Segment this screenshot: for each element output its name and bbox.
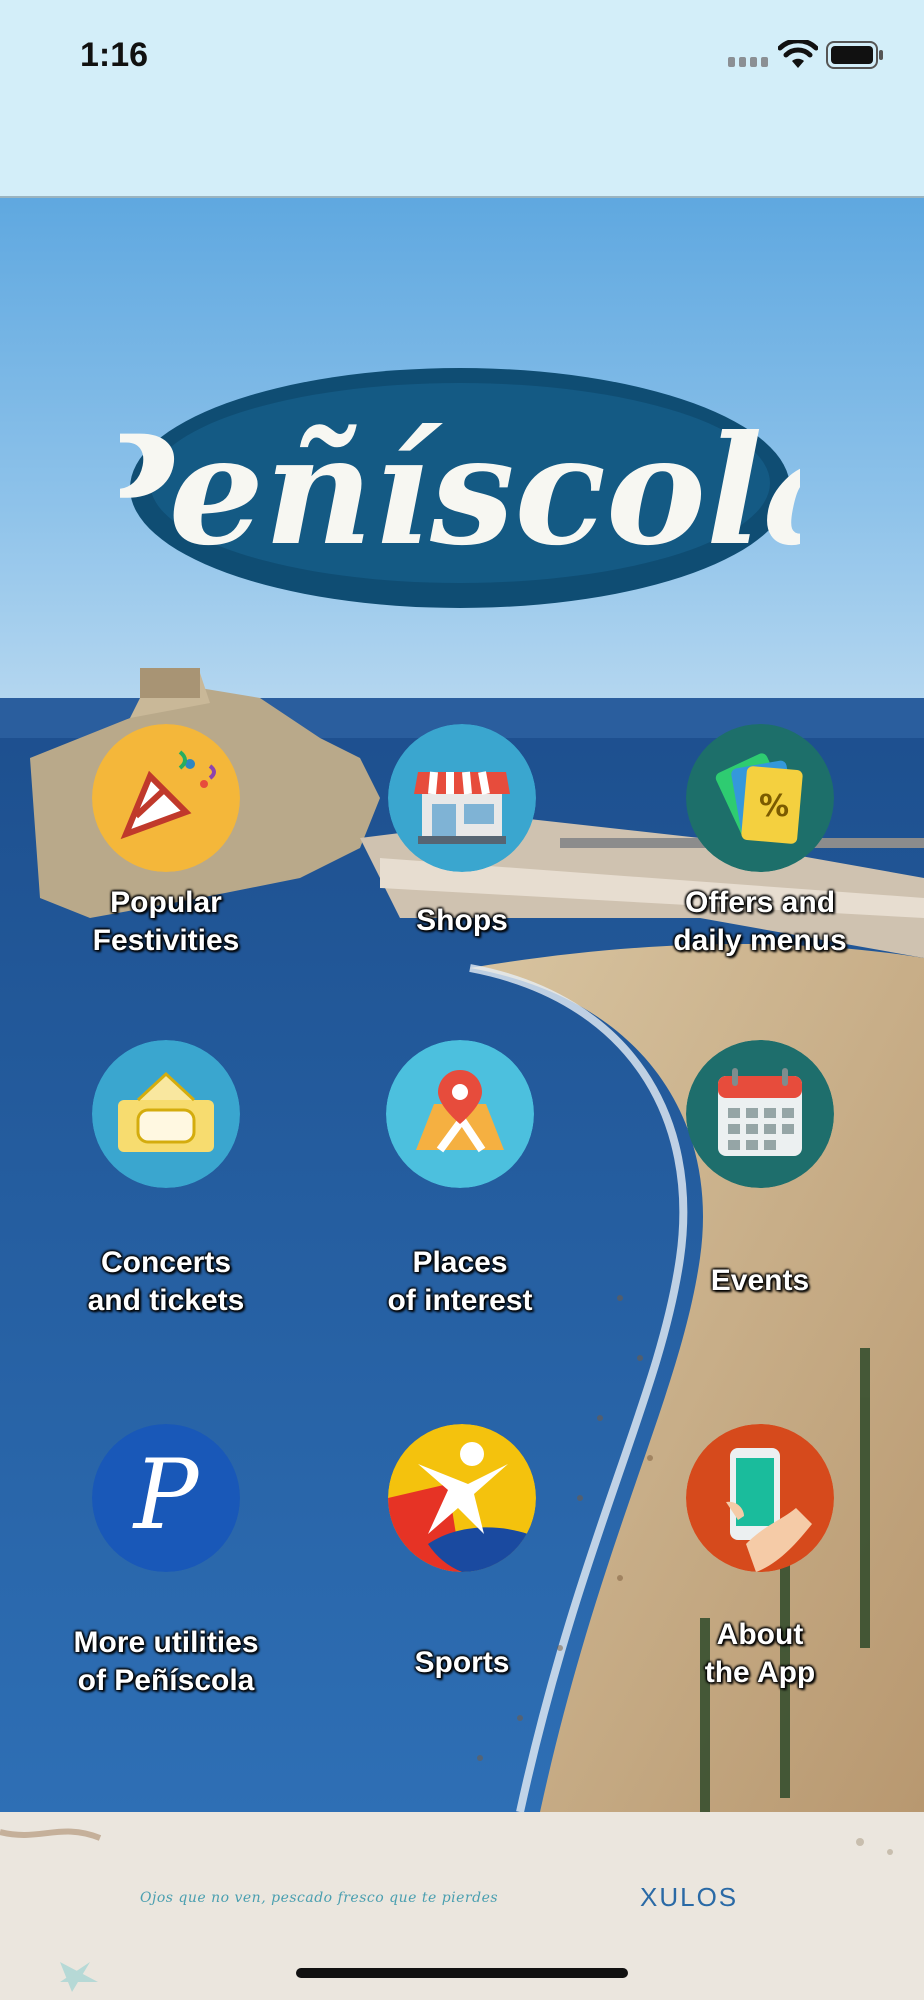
menu-label: Offers and daily menus [673, 886, 847, 957]
home-indicator[interactable] [296, 1968, 628, 1978]
menu-places-of-interest[interactable]: Places of interest [310, 1040, 610, 1340]
menu-label: More utilities of Peñíscola [73, 1626, 259, 1697]
footer-tagline: Ojos que no ven, pescado fresco que te p… [140, 1890, 499, 1906]
logo-text: Peñíscola [120, 403, 800, 579]
ticket-icon [92, 1040, 240, 1188]
signal-dots-icon [728, 57, 770, 67]
discount-tags-icon: % [686, 724, 834, 872]
menu-events[interactable]: Events [610, 1040, 910, 1340]
menu-label: Popular Festivities [92, 886, 240, 957]
menu-offers-daily-menus[interactable]: % Offers and daily menus [610, 724, 910, 1024]
party-popper-icon [92, 724, 240, 872]
wifi-icon [778, 40, 818, 68]
status-bar: 1:16 [0, 0, 924, 110]
menu-more-utilities[interactable]: P More utilities of Peñíscola [16, 1424, 316, 1724]
svg-text:%: % [759, 789, 789, 824]
shop-storefront-icon [388, 724, 536, 872]
navigation-bar [0, 110, 924, 198]
menu-label: Places of interest [387, 1246, 533, 1317]
svg-text:P: P [132, 1439, 200, 1551]
calendar-icon [686, 1040, 834, 1188]
menu-label: Sports [414, 1646, 510, 1679]
menu-label: About the App [704, 1618, 816, 1689]
menu-sports[interactable]: Sports [312, 1424, 612, 1724]
battery-icon [826, 41, 883, 69]
hero-area: Peñíscola Popular Festivities Shops [0, 198, 924, 1812]
status-time: 1:16 [80, 36, 149, 74]
menu-popular-festivities[interactable]: Popular Festivities [16, 724, 316, 1024]
letter-p-icon: P [92, 1424, 240, 1572]
menu-concerts-tickets[interactable]: Concerts and tickets [16, 1040, 316, 1340]
menu-about-app[interactable]: About the App [610, 1424, 910, 1724]
menu-label: Concerts and tickets [87, 1246, 245, 1317]
sports-figure-icon [388, 1424, 536, 1572]
footer-brand-logo: XULOS [640, 1882, 739, 1912]
phone-in-hand-icon [686, 1424, 834, 1572]
map-pin-icon [386, 1040, 534, 1188]
menu-label: Shops [416, 904, 508, 937]
menu-shops[interactable]: Shops [312, 724, 612, 1024]
menu-label: Events [710, 1264, 810, 1297]
penyiscola-logo: Peñíscola [120, 368, 800, 608]
